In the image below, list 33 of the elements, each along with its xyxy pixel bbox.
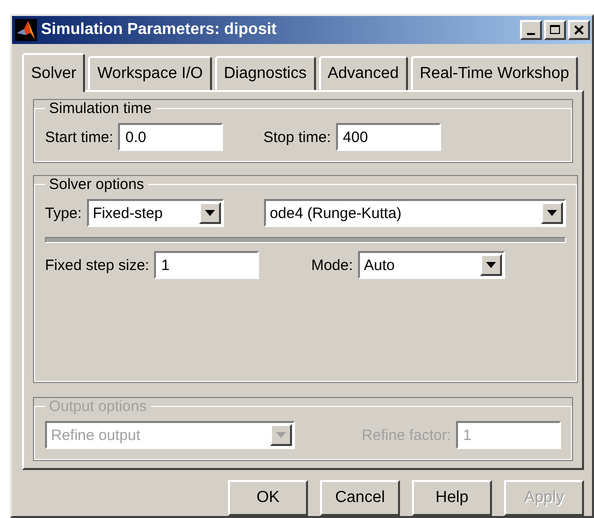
maximize-icon bbox=[550, 25, 560, 35]
minimize-icon bbox=[527, 33, 535, 35]
dialog-button[interactable]: Cancel bbox=[320, 480, 400, 516]
group-title: Simulation time bbox=[48, 100, 153, 117]
field-label: Fixed step size: bbox=[45, 256, 150, 274]
minimize-button[interactable] bbox=[520, 20, 542, 40]
input-field[interactable]: 1 bbox=[154, 251, 260, 279]
input-field[interactable]: 400 bbox=[336, 123, 441, 151]
dialog-button[interactable]: Help bbox=[412, 480, 492, 516]
tab[interactable]: Real-Time Workshop bbox=[410, 56, 578, 90]
tab[interactable]: Diagnostics bbox=[214, 56, 316, 90]
dropdown[interactable]: Auto bbox=[358, 251, 505, 279]
tab[interactable]: Workspace I/O bbox=[88, 56, 212, 90]
dropdown-arrow-icon bbox=[276, 432, 286, 438]
close-button[interactable] bbox=[568, 20, 590, 40]
dropdown-arrow-icon bbox=[204, 210, 215, 216]
app-logo-icon bbox=[15, 19, 37, 41]
group-title: Solver options bbox=[48, 176, 146, 193]
field-label: Start time: bbox=[45, 128, 114, 146]
dropdown[interactable]: Fixed-step bbox=[86, 199, 224, 227]
tab[interactable]: Advanced bbox=[318, 56, 408, 90]
maximize-button[interactable] bbox=[544, 20, 566, 40]
tab[interactable]: Solver bbox=[22, 53, 86, 92]
dropdown-arrow-icon bbox=[546, 210, 557, 216]
dropdown-arrow-icon bbox=[486, 262, 496, 268]
field-label: Stop time: bbox=[263, 128, 331, 146]
dialog-button[interactable]: OK bbox=[228, 480, 308, 516]
dropdown[interactable]: ode4 (Runge-Kutta) bbox=[264, 199, 566, 227]
window-title: Simulation Parameters: diposit bbox=[41, 21, 278, 39]
input-field[interactable]: 0.0 bbox=[118, 123, 224, 151]
field-label: Mode: bbox=[311, 256, 353, 274]
close-icon bbox=[574, 25, 584, 35]
field-label: Type: bbox=[45, 204, 82, 222]
